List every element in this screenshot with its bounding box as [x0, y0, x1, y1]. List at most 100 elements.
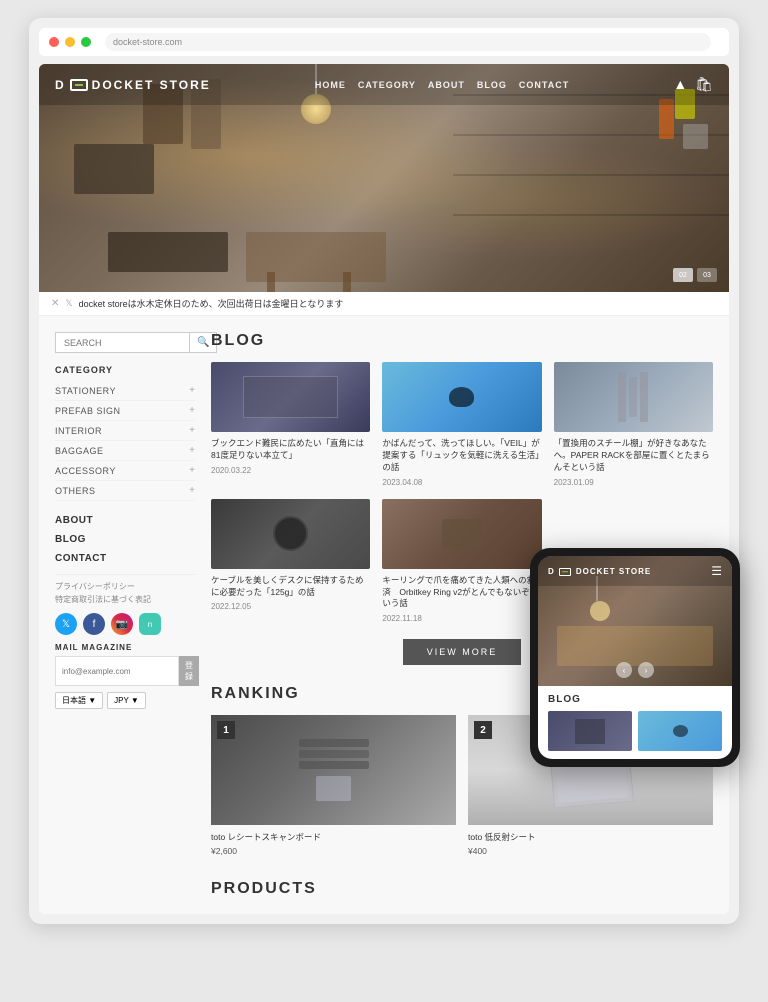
mobile-blog-thumb-1[interactable] [548, 711, 632, 751]
ranking-price-2: ¥400 [468, 846, 713, 856]
ranking-item-1[interactable]: 1 toto レシートスキャンボード ¥2,600 [211, 715, 456, 856]
mobile-mockup: D DOCKET STORE ☰ ‹ › BLOG [530, 548, 740, 767]
nav-contact[interactable]: CONTACT [519, 80, 569, 90]
language-dropdown[interactable]: 日本語 ▼ [55, 692, 103, 709]
ticker-icon: 𝕏 [65, 298, 72, 309]
search-input[interactable] [55, 332, 189, 353]
category-stationery-label: STATIONERY [55, 386, 116, 396]
category-prefab-label: PREFAB SIGN [55, 406, 121, 416]
instagram-icon[interactable]: 📷 [111, 613, 133, 635]
sidebar-contact[interactable]: CONTACT [55, 549, 195, 568]
site-logo[interactable]: D DOCKET STORE [55, 78, 211, 92]
mail-mag-title: MAIL MAGAZINE [55, 643, 195, 652]
slider-dot-1[interactable]: 02 [673, 268, 693, 282]
browser-toolbar: docket-store.com [39, 28, 729, 56]
nav-action-icons: ▲ 🛍 [673, 76, 713, 93]
sidebar-about[interactable]: ABOUT [55, 511, 195, 530]
blog-title-2: かばんだって、洗ってほしい。「VEIL」が提案する「リュックを気軽に洗える生活」… [382, 438, 541, 474]
blog-post-3[interactable]: 「置換用のスチール棚」が好きなあなたへ。PAPER RACKを部屋に置くとたまら… [554, 362, 713, 487]
sidebar-blog[interactable]: BLOG [55, 530, 195, 549]
ranking-price-1: ¥2,600 [211, 846, 456, 856]
blog-title-4: ケーブルを美しくデスクに保持するために必要だった「125g」の話 [211, 575, 370, 599]
nav-links: HOME CATEGORY ABOUT BLOG CONTACT [315, 80, 569, 90]
maximize-button[interactable] [81, 37, 91, 47]
category-stationery[interactable]: STATIONERY + [55, 381, 195, 401]
blog-date-2: 2023.04.08 [382, 478, 541, 487]
mobile-blog-title: BLOG [548, 694, 722, 705]
browser-window: docket-store.com [29, 18, 739, 924]
blog-post-2[interactable]: かばんだって、洗ってほしい。「VEIL」が提案する「リュックを気軽に洗える生活」… [382, 362, 541, 487]
mail-input[interactable] [55, 656, 179, 686]
nav-blog[interactable]: BLOG [477, 80, 507, 90]
search-form: 🔍 [55, 332, 195, 353]
category-prefab-sign[interactable]: PREFAB SIGN + [55, 401, 195, 421]
note-icon[interactable]: n [139, 613, 161, 635]
hero-section: D DOCKET STORE HOME CATEGORY ABOUT BLOG … [39, 64, 729, 292]
mobile-prev-button[interactable]: ‹ [616, 662, 632, 678]
expand-icon: + [189, 425, 195, 436]
nav-about[interactable]: ABOUT [428, 80, 465, 90]
blog-date-3: 2023.01.09 [554, 478, 713, 487]
category-others[interactable]: OTHERS + [55, 481, 195, 501]
mobile-next-button[interactable]: › [638, 662, 654, 678]
facebook-icon[interactable]: f [83, 613, 105, 635]
mobile-hero: D DOCKET STORE ☰ ‹ › [538, 556, 732, 686]
mobile-blog-section: BLOG [538, 686, 732, 759]
expand-icon: + [189, 445, 195, 456]
category-baggage-label: BAGGAGE [55, 446, 104, 456]
products-section-title: PRODUCTS [211, 872, 713, 898]
ranking-name-2: toto 低反射シート [468, 831, 713, 843]
category-section: CATEGORY STATIONERY + PREFAB SIGN + INTE… [55, 365, 195, 501]
language-selector: 日本語 ▼ JPY ▼ [55, 692, 195, 709]
expand-icon: + [189, 405, 195, 416]
slider-dot-2[interactable]: 03 [697, 268, 717, 282]
blog-title-5: キーリングで爪を痛めてきた人類への救済 Orbitkey Ring v2がとんで… [382, 575, 541, 611]
blog-thumb-3 [554, 362, 713, 432]
mail-submit-button[interactable]: 登録 [179, 656, 199, 686]
blog-thumb-2 [382, 362, 541, 432]
mail-form: 登録 [55, 656, 195, 686]
sidebar: 🔍 CATEGORY STATIONERY + PREFAB SIGN + IN… [55, 332, 195, 898]
blog-post-5[interactable]: キーリングで爪を痛めてきた人類への救済 Orbitkey Ring v2がとんで… [382, 499, 541, 624]
blog-title-3: 「置換用のスチール棚」が好きなあなたへ。PAPER RACKを部屋に置くとたまら… [554, 438, 713, 474]
notification-icon[interactable]: ▲ [673, 76, 687, 93]
nav-home[interactable]: HOME [315, 80, 346, 90]
logo-bracket [70, 79, 88, 91]
mobile-screen: D DOCKET STORE ☰ ‹ › BLOG [538, 556, 732, 759]
announcement-ticker: ✕ 𝕏 docket storeは水木定休日のため、次回出荷日は金曜日となります [39, 292, 729, 316]
blog-date-5: 2022.11.18 [382, 614, 541, 623]
category-baggage[interactable]: BAGGAGE + [55, 441, 195, 461]
category-accessory-label: ACCESSORY [55, 466, 116, 476]
mobile-blog-grid [548, 711, 722, 751]
website-content: D DOCKET STORE HOME CATEGORY ABOUT BLOG … [39, 64, 729, 914]
blog-post-4[interactable]: ケーブルを美しくデスクに保持するために必要だった「125g」の話 2022.12… [211, 499, 370, 624]
twitter-icon[interactable]: 𝕏 [55, 613, 77, 635]
ticker-close[interactable]: ✕ [51, 298, 59, 309]
category-interior-label: INTERIOR [55, 426, 102, 436]
nav-category[interactable]: CATEGORY [358, 80, 416, 90]
blog-thumb-5 [382, 499, 541, 569]
blog-post-1[interactable]: ブックエンド難民に広めたい「直角には81度足りない本立て」 2020.03.22 [211, 362, 370, 487]
minimize-button[interactable] [65, 37, 75, 47]
category-accessory[interactable]: ACCESSORY + [55, 461, 195, 481]
privacy-link[interactable]: プライバシーポリシー [55, 581, 195, 592]
cart-icon[interactable]: 🛍 [695, 76, 713, 93]
address-bar[interactable]: docket-store.com [105, 33, 711, 51]
mobile-blog-thumb-2[interactable] [638, 711, 722, 751]
view-more-button[interactable]: VIEW MORE [403, 639, 522, 665]
expand-icon: + [189, 465, 195, 476]
mobile-slider-controls: ‹ › [616, 662, 654, 678]
blog-date-1: 2020.03.22 [211, 466, 370, 475]
ticker-text: docket storeは水木定休日のため、次回出荷日は金曜日となります [79, 297, 344, 310]
category-others-label: OTHERS [55, 486, 96, 496]
currency-dropdown[interactable]: JPY ▼ [107, 692, 146, 709]
social-links: 𝕏 f 📷 n [55, 613, 195, 635]
category-interior[interactable]: INTERIOR + [55, 421, 195, 441]
legal-link[interactable]: 特定商取引法に基づく表記 [55, 594, 195, 605]
close-button[interactable] [49, 37, 59, 47]
site-navbar: D DOCKET STORE HOME CATEGORY ABOUT BLOG … [39, 64, 729, 105]
ranking-name-1: toto レシートスキャンボード [211, 831, 456, 843]
ranking-number-2: 2 [474, 721, 492, 739]
mobile-menu-icon[interactable]: ☰ [711, 564, 722, 578]
blog-title-1: ブックエンド難民に広めたい「直角には81度足りない本立て」 [211, 438, 370, 462]
